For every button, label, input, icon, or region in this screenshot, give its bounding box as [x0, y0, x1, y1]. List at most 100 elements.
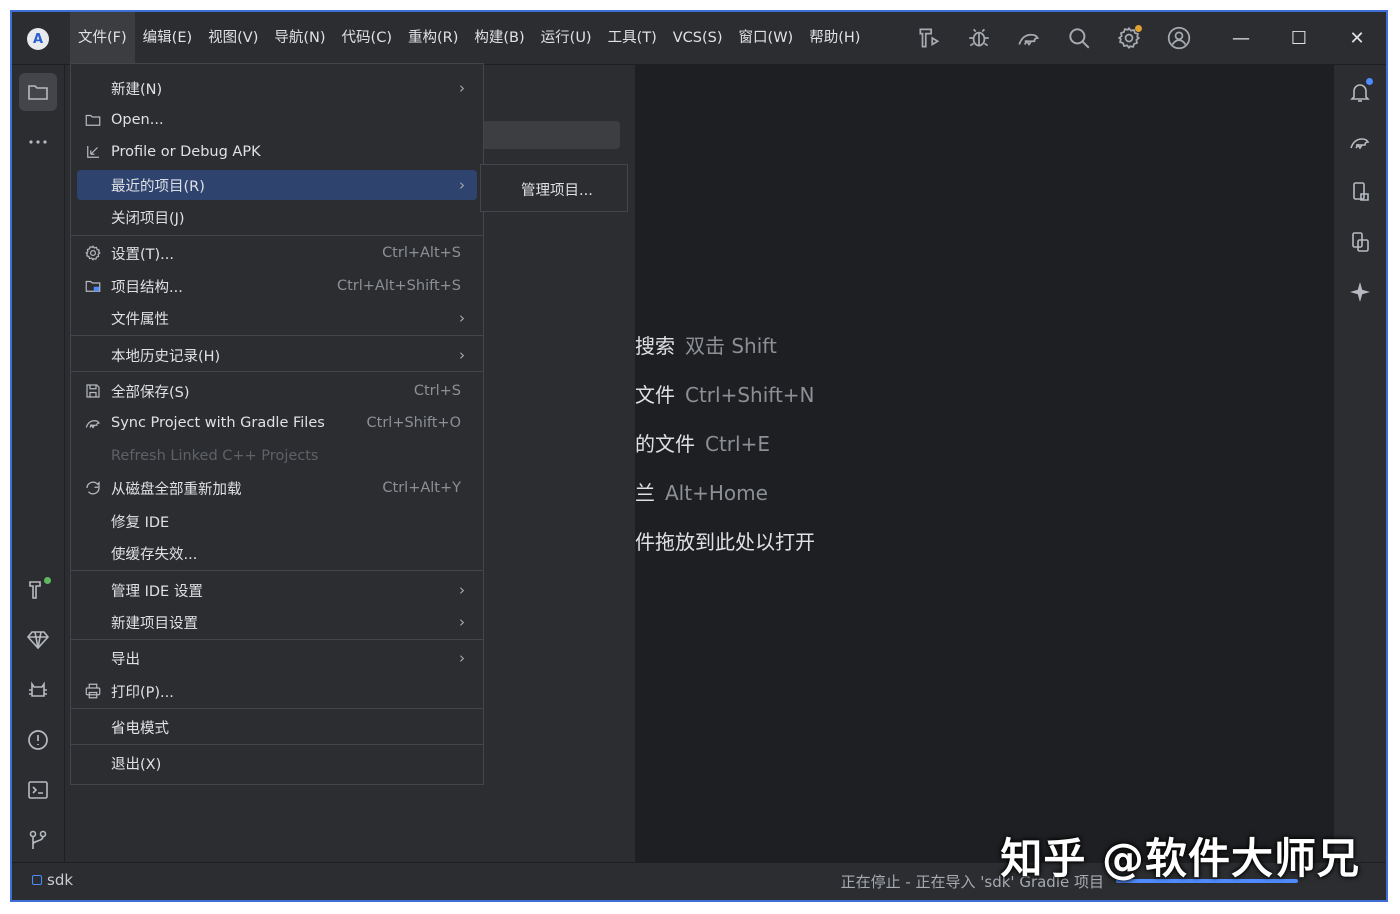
git-branch-icon[interactable]	[19, 821, 57, 859]
gradle-sync-icon	[83, 413, 103, 433]
file-menu-item-label: 打印(P)...	[111, 684, 174, 701]
gradle-sync-icon[interactable]	[1015, 24, 1043, 52]
file-menu-item-14[interactable]: 使缓存失效...	[77, 538, 477, 568]
file-menu-item-label: 省电模式	[111, 720, 169, 737]
menu-2[interactable]: 视图(V)	[200, 12, 266, 64]
gradle-elephant-icon[interactable]	[1341, 123, 1379, 161]
close-button[interactable]: ✕	[1328, 12, 1386, 64]
file-menu-item-4[interactable]: 关闭项目(J)	[77, 202, 477, 232]
file-menu-item-label: 本地历史记录(H)	[111, 348, 221, 365]
file-menu-item-5[interactable]: 设置(T)... Ctrl+Alt+S	[77, 238, 477, 268]
notifications-icon[interactable]	[1341, 73, 1379, 111]
file-menu-item-label: Open...	[111, 112, 164, 128]
shortcut-label: Ctrl+Shift+O	[366, 415, 461, 431]
file-menu-item-20[interactable]: 退出(X)	[77, 748, 477, 778]
window-controls: — ☐ ✕	[1212, 12, 1386, 64]
file-menu-item-10[interactable]: Sync Project with Gradle Files Ctrl+Shift…	[77, 408, 477, 438]
menu-4[interactable]: 代码(C)	[334, 12, 400, 64]
file-menu-item-18[interactable]: 打印(P)...	[77, 676, 477, 706]
ai-sparkle-icon[interactable]	[1341, 273, 1379, 311]
print-icon	[83, 681, 103, 701]
file-menu-item-13[interactable]: 修复 IDE	[77, 506, 477, 536]
hint-row: 的文件 Ctrl+E	[635, 420, 815, 469]
project-breadcrumb[interactable]: sdk	[32, 871, 73, 889]
search-field-background[interactable]	[482, 121, 620, 149]
menu-7[interactable]: 运行(U)	[533, 12, 600, 64]
update-dot	[1135, 25, 1142, 32]
more-tools-icon[interactable]	[19, 123, 57, 161]
hint-row: 文件 Ctrl+Shift+N	[635, 371, 815, 420]
menu-separator	[71, 708, 483, 709]
menu-9[interactable]: VCS(S)	[665, 12, 731, 64]
menu-11[interactable]: 帮助(H)	[801, 12, 868, 64]
toolbar	[915, 24, 1193, 52]
menu-separator	[71, 639, 483, 640]
file-menu-item-label: 最近的项目(R)	[111, 178, 205, 195]
search-icon[interactable]	[1065, 24, 1093, 52]
running-devices-icon[interactable]	[1341, 223, 1379, 261]
manage-projects-item[interactable]: 管理项目...	[521, 179, 593, 200]
file-menu-item-label: 退出(X)	[111, 756, 162, 773]
hint-label: 的文件	[635, 432, 695, 456]
file-menu-item-19[interactable]: 省电模式	[77, 712, 477, 742]
file-menu-item-label: Refresh Linked C++ Projects	[111, 448, 319, 464]
file-menu-item-label: 全部保存(S)	[111, 384, 190, 401]
file-menu-item-0[interactable]: 新建(N) ›	[77, 73, 477, 103]
file-menu-item-6[interactable]: 项目结构... Ctrl+Alt+Shift+S	[77, 271, 477, 301]
file-menu-item-15[interactable]: 管理 IDE 设置 ›	[77, 575, 477, 605]
file-menu-item-16[interactable]: 新建项目设置 ›	[77, 607, 477, 637]
file-menu-item-label: 设置(T)...	[111, 246, 174, 263]
file-menu-item-12[interactable]: 从磁盘全部重新加载 Ctrl+Alt+Y	[77, 473, 477, 503]
file-menu-item-label: 管理 IDE 设置	[111, 583, 203, 600]
file-menu-item-1[interactable]: Open...	[77, 105, 477, 135]
file-menu-item-9[interactable]: 全部保存(S) Ctrl+S	[77, 376, 477, 406]
menu-8[interactable]: 工具(T)	[600, 12, 665, 64]
file-menu-item-label: 使缓存失效...	[111, 546, 198, 563]
file-menu-item-7[interactable]: 文件属性 ›	[77, 303, 477, 333]
profile-apk-icon	[83, 142, 103, 162]
chevron-right-icon: ›	[459, 309, 465, 327]
project-folder-icon[interactable]	[19, 73, 57, 111]
folder-icon	[83, 110, 103, 130]
file-menu-item-3[interactable]: 最近的项目(R) ›	[77, 170, 477, 200]
build-icon[interactable]	[915, 24, 943, 52]
settings-icon[interactable]	[1115, 24, 1143, 52]
title-bar: A 文件(F) 编辑(E) 视图(V) 导航(N) 代码(C) 重构(R) 构建(B) 运行(…	[12, 12, 1386, 65]
problems-icon[interactable]	[19, 721, 57, 759]
minimize-button[interactable]: —	[1212, 12, 1270, 64]
file-menu-item-17[interactable]: 导出 ›	[77, 643, 477, 673]
terminal-icon[interactable]	[19, 771, 57, 809]
menu-10[interactable]: 窗口(W)	[731, 12, 802, 64]
android-studio-logo-icon[interactable]: A	[27, 28, 49, 50]
module-icon	[32, 875, 42, 885]
logcat-icon[interactable]	[19, 671, 57, 709]
file-menu-item-label: 新建项目设置	[111, 615, 198, 632]
device-manager-icon[interactable]	[1341, 173, 1379, 211]
build-status-dot	[44, 577, 51, 584]
menu-separator	[71, 570, 483, 571]
menu-5[interactable]: 重构(R)	[400, 12, 466, 64]
gem-icon[interactable]	[19, 621, 57, 659]
file-menu-item-2[interactable]: Profile or Debug APK	[77, 137, 477, 167]
menu-3[interactable]: 导航(N)	[266, 12, 333, 64]
recent-projects-submenu: 管理项目...	[480, 164, 628, 212]
file-menu-item-8[interactable]: 本地历史记录(H) ›	[77, 340, 477, 370]
chevron-right-icon: ›	[459, 613, 465, 631]
right-tool-stripe	[1333, 65, 1386, 862]
hint-label: 兰	[635, 481, 655, 505]
file-menu-item-label: 项目结构...	[111, 279, 183, 296]
shortcut-label: Ctrl+Alt+Shift+S	[336, 278, 461, 294]
hint-row: 搜索 双击 Shift	[635, 322, 815, 371]
account-icon[interactable]	[1165, 24, 1193, 52]
debug-icon[interactable]	[965, 24, 993, 52]
menu-6[interactable]: 构建(B)	[466, 12, 532, 64]
chevron-right-icon: ›	[459, 346, 465, 364]
menu-separator	[71, 235, 483, 236]
hint-label: 件拖放到此处以打开	[635, 530, 815, 554]
reload-icon	[83, 478, 103, 498]
build-hammer-icon[interactable]	[19, 571, 57, 609]
project-name: sdk	[47, 871, 74, 889]
menu-1[interactable]: 编辑(E)	[135, 12, 200, 64]
menu-0[interactable]: 文件(F)	[70, 12, 135, 64]
maximize-button[interactable]: ☐	[1270, 12, 1328, 64]
